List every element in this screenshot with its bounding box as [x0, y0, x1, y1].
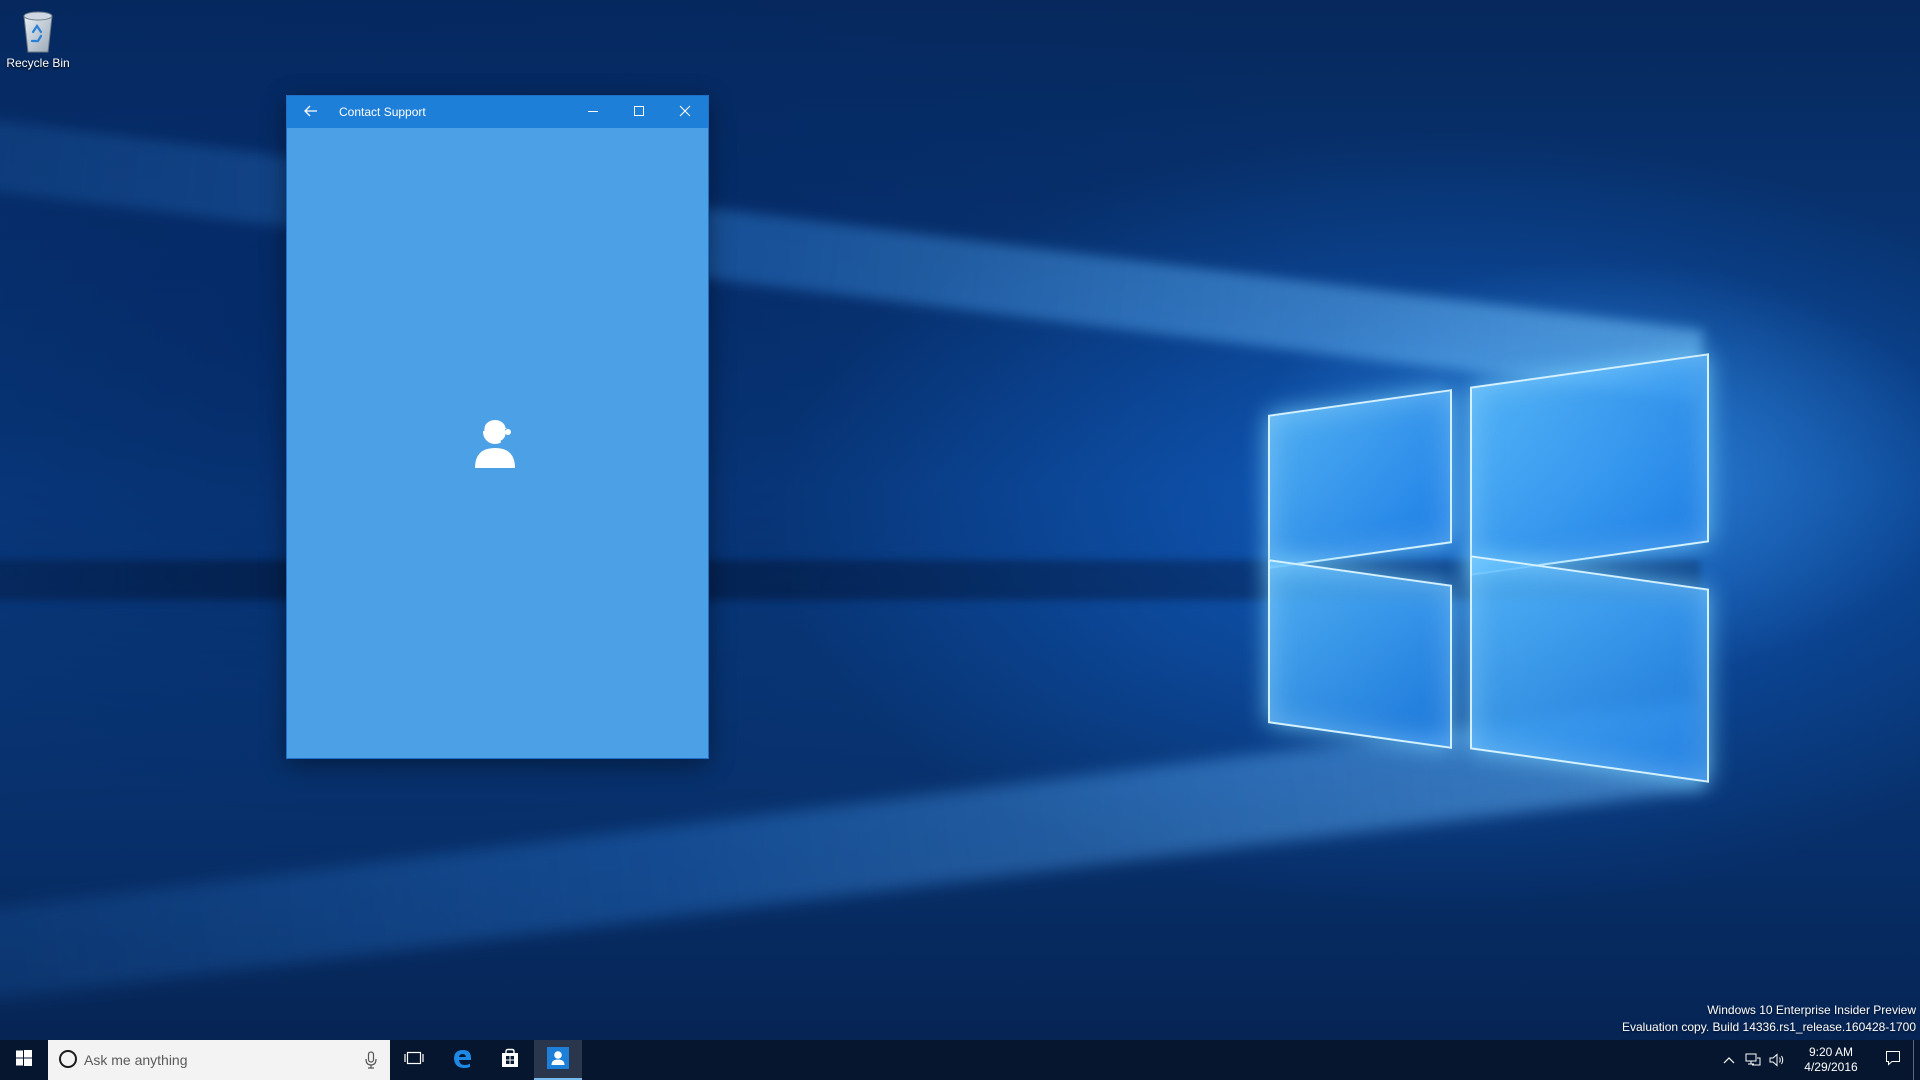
desktop-background: Recycle Bin Contact Support Windows 10 E… [0, 0, 1920, 1080]
action-center-button[interactable] [1873, 1040, 1913, 1080]
taskbar-task-view[interactable] [390, 1040, 438, 1080]
maximize-button[interactable] [616, 96, 662, 128]
logo-pane-bottom-left [1268, 559, 1452, 749]
network-icon[interactable] [1741, 1040, 1765, 1080]
watermark-edition: Windows 10 Enterprise Insider Preview [1707, 1003, 1916, 1017]
edge-icon [451, 1047, 473, 1074]
window-title: Contact Support [339, 105, 426, 119]
maximize-icon [633, 105, 645, 120]
watermark-build: Evaluation copy. Build 14336.rs1_release… [1622, 1020, 1916, 1034]
microphone-icon[interactable] [352, 1051, 390, 1069]
taskbar-clock[interactable]: 9:20 AM 4/29/2016 [1789, 1045, 1873, 1075]
cortana-search-box[interactable]: Ask me anything [48, 1040, 390, 1080]
windows-start-icon [16, 1049, 32, 1071]
logo-pane-top-right [1470, 353, 1709, 576]
recycle-bin-icon [16, 8, 60, 54]
title-bar[interactable]: Contact Support [287, 96, 708, 128]
store-icon [500, 1048, 520, 1073]
show-desktop-button[interactable] [1913, 1040, 1920, 1080]
task-view-icon [404, 1050, 424, 1071]
action-center-icon [1885, 1050, 1901, 1071]
taskbar-store[interactable] [486, 1040, 534, 1080]
system-tray: 9:20 AM 4/29/2016 [1717, 1040, 1920, 1080]
clock-date: 4/29/2016 [1804, 1060, 1858, 1074]
minimize-icon [587, 105, 599, 120]
taskbar-contact-support[interactable] [534, 1040, 582, 1080]
close-button[interactable] [662, 96, 708, 128]
search-placeholder: Ask me anything [84, 1052, 188, 1068]
contact-support-icon [547, 1046, 569, 1074]
contact-support-window[interactable]: Contact Support [287, 96, 708, 758]
logo-pane-bottom-right [1470, 555, 1709, 783]
taskbar: Ask me anything 9:20 AM 4/29/2016 [0, 1040, 1920, 1080]
close-icon [679, 105, 691, 120]
taskbar-edge[interactable] [438, 1040, 486, 1080]
cortana-circle-icon [58, 1049, 78, 1072]
build-watermark: Windows 10 Enterprise Insider Preview Ev… [1622, 1002, 1916, 1036]
app-content-splash [287, 128, 708, 758]
clock-time: 9:20 AM [1808, 1045, 1854, 1059]
volume-icon[interactable] [1765, 1040, 1789, 1080]
logo-pane-top-left [1268, 389, 1452, 569]
back-button[interactable] [287, 96, 335, 128]
desktop-icon-recycle-bin[interactable]: Recycle Bin [4, 8, 72, 70]
windows-logo-wallpaper [1260, 340, 1710, 790]
minimize-button[interactable] [570, 96, 616, 128]
start-button[interactable] [0, 1040, 48, 1080]
recycle-bin-label: Recycle Bin [6, 56, 70, 70]
support-agent-icon [473, 415, 521, 470]
back-arrow-icon [304, 105, 318, 120]
show-hidden-icons-chevron[interactable] [1717, 1040, 1741, 1080]
